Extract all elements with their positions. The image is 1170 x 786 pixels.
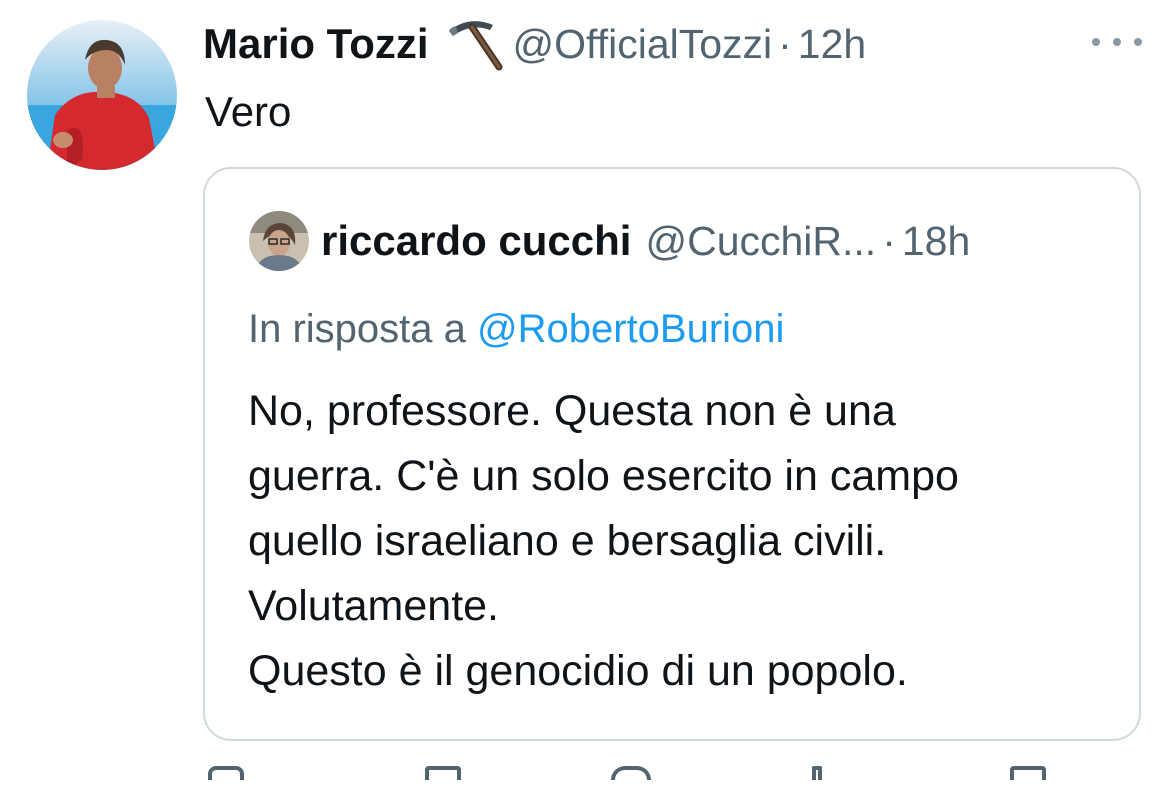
quoted-text-line: Volutamente. <box>248 582 500 630</box>
quoted-tweet[interactable]: riccardo cucchi @CucchiR... · 18h In ris… <box>203 167 1141 741</box>
author-display-name[interactable]: Mario Tozzi <box>203 20 429 68</box>
quoted-text-line: quello israeliano e bersaglia civili. <box>248 517 887 565</box>
quoted-tweet-text: No, professore. Questa non è una guerra.… <box>248 379 1128 704</box>
reply-to-mention-link[interactable]: @RobertoBurioni <box>477 307 784 351</box>
pick-icon <box>439 17 505 71</box>
quoted-text-line: Questo è il genocidio di un popolo. <box>248 647 908 695</box>
quoted-author-display-name[interactable]: riccardo cucchi <box>321 217 631 265</box>
more-dot <box>1134 38 1142 46</box>
quoted-text-line: No, professore. Questa non è una <box>248 387 896 435</box>
author-handle[interactable]: @OfficialTozzi <box>513 21 773 68</box>
more-icon[interactable] <box>1092 30 1142 54</box>
tweet-time[interactable]: 12h <box>798 21 866 68</box>
quoted-header-separator: · <box>882 217 896 264</box>
quoted-author-handle[interactable]: @CucchiR... <box>645 218 876 265</box>
author-avatar[interactable] <box>27 20 177 170</box>
quoted-tweet-time[interactable]: 18h <box>902 218 970 265</box>
tweet[interactable]: Mario Tozzi @OfficialTozzi · 12h Vero ri… <box>0 0 1170 780</box>
more-dot <box>1113 38 1121 46</box>
reply-prefix: In risposta a <box>248 307 466 351</box>
quoted-tweet-header: riccardo cucchi @CucchiR... · 18h <box>321 213 970 269</box>
quoted-author-avatar[interactable] <box>249 211 309 271</box>
quoted-text-line: guerra. C'è un solo esercito in campo <box>248 452 959 500</box>
header-separator: · <box>778 20 792 67</box>
reply-context: In risposta a @RobertoBurioni <box>248 301 784 357</box>
more-dot <box>1092 38 1100 46</box>
tweet-header: Mario Tozzi @OfficialTozzi · 12h <box>203 14 866 74</box>
tweet-text: Vero <box>205 88 292 135</box>
tweet-actions-bar <box>0 766 1170 786</box>
